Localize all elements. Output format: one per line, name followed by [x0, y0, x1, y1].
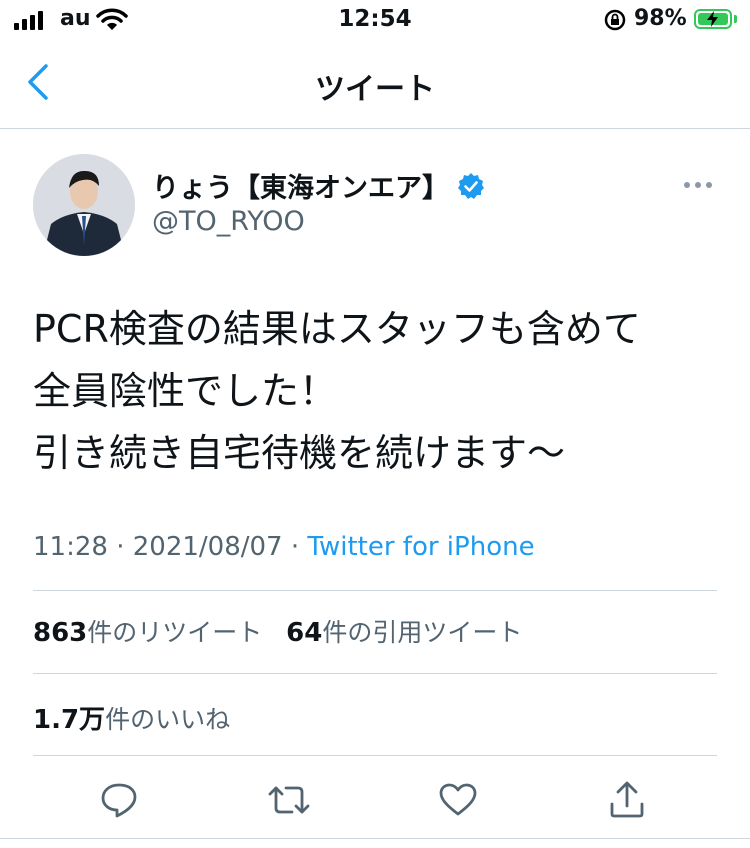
rotation-lock-icon	[604, 9, 626, 31]
battery-icon	[694, 9, 732, 29]
retweets-label: 件のリツイート	[87, 618, 263, 647]
likes-label: 件のいいね	[105, 705, 231, 734]
tweet-time: 11:28	[33, 532, 108, 562]
retweets-link[interactable]: 863件のリツイート	[33, 618, 263, 648]
meta-separator: ·	[107, 532, 133, 562]
retweet-icon[interactable]	[266, 780, 312, 820]
tweet-text-line: 引き続き自宅待機を続けます〜	[33, 431, 566, 475]
meta-separator: ·	[282, 532, 308, 562]
avatar-image	[33, 154, 135, 256]
quotes-label: 件の引用ツイート	[322, 618, 523, 647]
battery-percent: 98%	[634, 6, 687, 31]
status-bar: au 12:54 98%	[0, 0, 750, 40]
heart-icon[interactable]	[438, 780, 478, 820]
tweet-date: 2021/08/07	[132, 532, 283, 562]
divider	[0, 838, 750, 839]
quotes-link[interactable]: 64件の引用ツイート	[286, 618, 523, 648]
verified-badge-icon	[458, 172, 484, 199]
divider	[33, 755, 717, 756]
likes-count: 1.7万	[33, 705, 106, 735]
retweets-count: 863	[33, 618, 88, 648]
tweet-text-line: PCR検査の結果はスタッフも含めて	[33, 307, 641, 351]
avatar[interactable]	[33, 154, 135, 256]
divider	[33, 673, 717, 674]
tweet-meta: 11:28 · 2021/08/07 · Twitter for iPhone	[33, 532, 535, 562]
action-bar	[0, 770, 750, 830]
likes-link[interactable]: 1.7万件のいいね	[33, 699, 230, 736]
tweet-source-link[interactable]: Twitter for iPhone	[307, 532, 534, 562]
author-row[interactable]: りょう【東海オンエア】	[152, 166, 485, 205]
quotes-count: 64	[286, 618, 323, 648]
share-icon[interactable]	[607, 780, 647, 820]
user-handle[interactable]: @TO_RYOO	[152, 206, 305, 237]
engagement-stats: 863件のリツイート 64件の引用ツイート	[33, 613, 522, 649]
reply-icon[interactable]	[99, 780, 139, 820]
nav-bar: ツイート	[0, 40, 750, 129]
divider	[33, 590, 717, 591]
tweet-text: PCR検査の結果はスタッフも含めて 全員陰性でした！ 引き続き自宅待機を続けます…	[33, 298, 723, 484]
tweet-text-line: 全員陰性でした！	[33, 369, 338, 413]
battery-tip	[734, 15, 737, 23]
display-name[interactable]: りょう【東海オンエア】	[152, 166, 449, 205]
more-horizontal-icon[interactable]	[684, 182, 712, 188]
page-title: ツイート	[315, 72, 435, 107]
